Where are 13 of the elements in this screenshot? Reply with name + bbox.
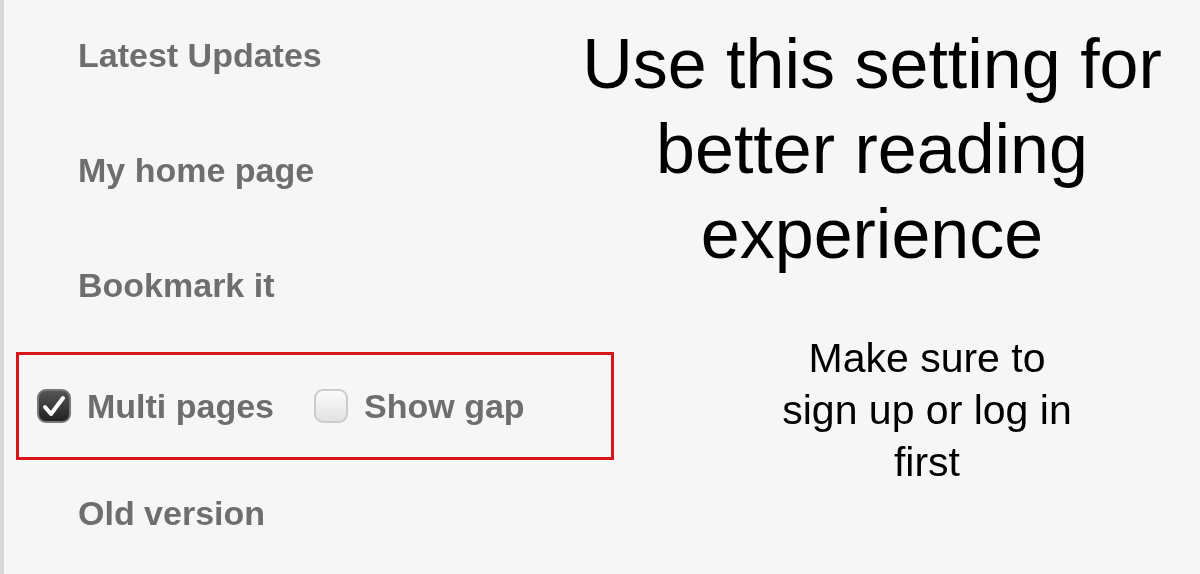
checkbox[interactable] — [314, 389, 349, 423]
menu-link[interactable]: Latest Updates — [78, 33, 322, 77]
option-label: Show gap — [364, 386, 525, 426]
checkmark-icon — [42, 395, 66, 417]
checkbox[interactable] — [37, 389, 71, 423]
option-label: Multi pages — [87, 386, 275, 426]
menu-link[interactable]: My home page — [78, 148, 315, 192]
menu-link[interactable]: Old version — [78, 491, 266, 535]
checkbox-option[interactable]: Show gap — [314, 386, 525, 426]
note: Make sure to sign up or log in first — [781, 334, 1073, 487]
headline: Use this setting for better reading experience — [582, 24, 1162, 275]
menu-link[interactable]: Bookmark it — [78, 263, 275, 307]
checkbox-option[interactable]: Multi pages — [37, 386, 275, 426]
